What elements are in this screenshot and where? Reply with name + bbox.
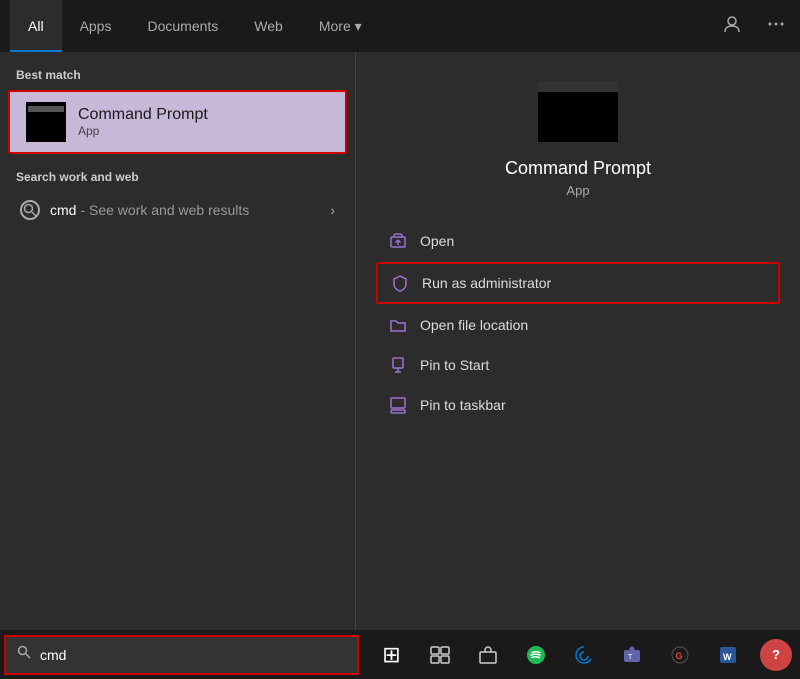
best-match-title: Command Prompt <box>78 106 208 124</box>
search-web-text: cmd - See work and web results <box>50 202 330 218</box>
cmd-titlebar <box>538 82 618 92</box>
nav-tabs-right <box>718 10 790 43</box>
action-open[interactable]: Open <box>376 222 780 260</box>
action-pin-to-start[interactable]: Pin to Start <box>376 346 780 384</box>
search-circle-icon <box>20 200 40 220</box>
best-match-item[interactable]: Command Prompt App <box>8 90 347 154</box>
search-web-rest-text: - See work and web results <box>80 202 249 218</box>
google-button[interactable]: G <box>658 633 702 677</box>
word-button[interactable]: W <box>706 633 750 677</box>
taskbar: ⊞ <box>0 630 800 679</box>
tab-all[interactable]: All <box>10 0 62 52</box>
taskbar-search-box[interactable] <box>4 635 359 675</box>
task-view-button[interactable] <box>418 633 462 677</box>
left-panel: Best match Command Prompt App Search wor… <box>0 52 355 630</box>
user-account-icon[interactable] <box>718 10 746 43</box>
search-web-item[interactable]: cmd - See work and web results › <box>16 192 339 228</box>
cmd-app-icon <box>26 102 66 142</box>
spotify-button[interactable] <box>514 633 558 677</box>
best-match-text: Command Prompt App <box>78 106 208 138</box>
svg-text:G: G <box>675 651 682 661</box>
user-avatar[interactable]: ? <box>760 639 792 671</box>
pin-taskbar-icon <box>388 395 408 415</box>
tab-more[interactable]: More ▾ <box>301 0 380 52</box>
best-match-label: Best match <box>0 68 355 90</box>
app-preview-subtitle: App <box>566 183 589 198</box>
app-preview-icon <box>538 82 618 142</box>
search-web-section: Search work and web cmd - See work and w… <box>0 170 355 228</box>
nav-tabs-left: All Apps Documents Web More ▾ <box>10 0 380 52</box>
taskbar-right: ? <box>760 639 800 671</box>
app-preview-title: Command Prompt <box>505 158 651 179</box>
svg-text:W: W <box>723 652 732 662</box>
pin-to-taskbar-label: Pin to taskbar <box>420 397 506 413</box>
action-menu: Open Run as administrator <box>376 222 780 424</box>
search-input[interactable] <box>40 647 320 663</box>
main-content: Best match Command Prompt App Search wor… <box>0 52 800 630</box>
edge-button[interactable] <box>562 633 606 677</box>
start-button[interactable]: ⊞ <box>370 633 414 677</box>
action-run-as-admin[interactable]: Run as administrator <box>376 262 780 304</box>
tab-web[interactable]: Web <box>236 0 301 52</box>
search-panel: All Apps Documents Web More ▾ <box>0 0 800 630</box>
chevron-right-icon: › <box>330 202 335 218</box>
tab-apps[interactable]: Apps <box>62 0 130 52</box>
open-label: Open <box>420 233 454 249</box>
right-panel: Command Prompt App Open <box>355 52 800 630</box>
tab-documents[interactable]: Documents <box>129 0 236 52</box>
teams-button[interactable]: T <box>610 633 654 677</box>
action-open-file-location[interactable]: Open file location <box>376 306 780 344</box>
run-as-admin-label: Run as administrator <box>422 275 551 291</box>
open-icon <box>388 231 408 251</box>
shield-icon <box>390 273 410 293</box>
pin-start-icon <box>388 355 408 375</box>
pin-to-start-label: Pin to Start <box>420 357 489 373</box>
more-options-icon[interactable] <box>762 10 790 43</box>
search-web-label: Search work and web <box>16 170 339 184</box>
open-file-location-label: Open file location <box>420 317 528 333</box>
store-button[interactable] <box>466 633 510 677</box>
search-query-text: cmd <box>50 202 76 218</box>
action-pin-to-taskbar[interactable]: Pin to taskbar <box>376 386 780 424</box>
svg-text:T: T <box>628 654 633 661</box>
taskbar-center: ⊞ <box>359 633 760 677</box>
nav-tabs: All Apps Documents Web More ▾ <box>0 0 800 52</box>
best-match-subtitle: App <box>78 124 208 138</box>
folder-icon <box>388 315 408 335</box>
taskbar-search-icon <box>16 644 32 665</box>
